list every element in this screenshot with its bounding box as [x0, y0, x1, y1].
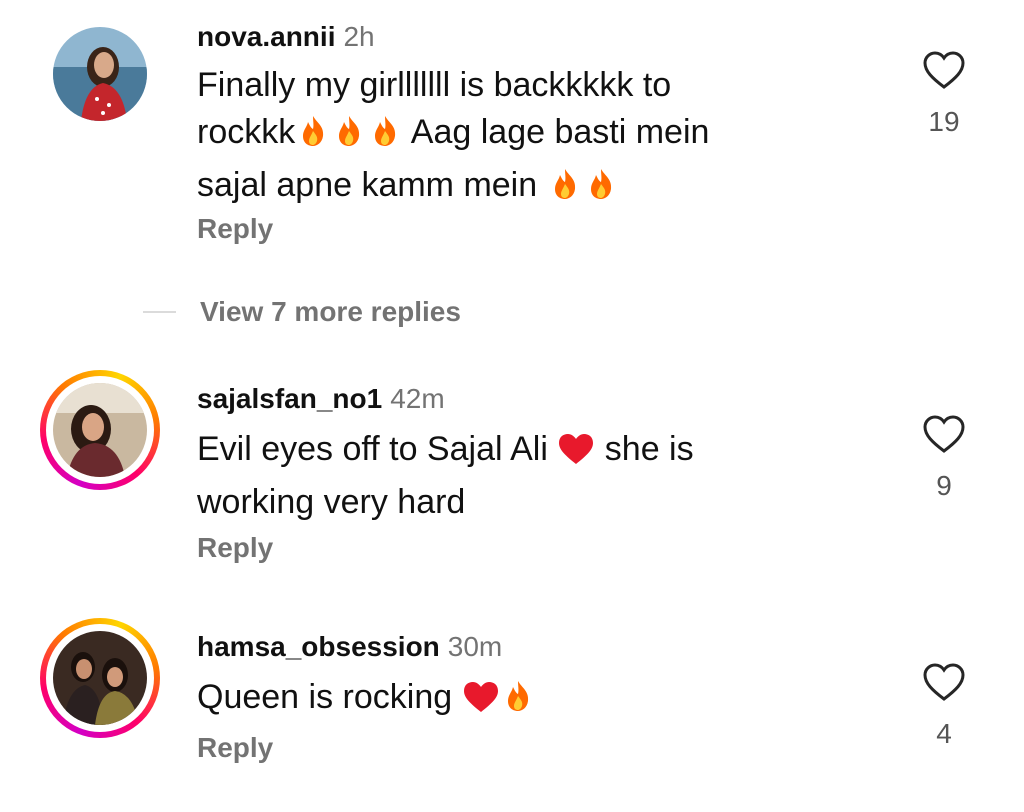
like-column: 9	[912, 414, 976, 502]
reply-button[interactable]: Reply	[197, 213, 273, 245]
comment-text-fragment: sajal apne kamm mein	[197, 166, 547, 204]
username[interactable]: nova.annii	[197, 21, 335, 52]
fire-emoji-icon	[367, 113, 403, 162]
like-count: 9	[936, 470, 952, 501]
avatar[interactable]	[40, 14, 160, 134]
avatar[interactable]	[40, 370, 160, 490]
reply-button[interactable]: Reply	[197, 532, 273, 564]
comment-header: sajalsfan_no1 42m	[197, 382, 445, 416]
fire-emoji-icon	[547, 166, 583, 215]
comment-header: hamsa_obsession 30m	[197, 630, 502, 664]
comment-text-line: Queen is rocking	[197, 674, 797, 727]
avatar[interactable]	[40, 618, 160, 738]
fire-emoji-icon	[331, 113, 367, 162]
profile-photo-icon	[53, 631, 147, 725]
view-more-replies-button[interactable]: View 7 more replies	[143, 296, 461, 328]
comments-thread: nova.annii 2h Finally my girlllllll is ba…	[0, 0, 1024, 812]
comment-text-line: working very hard	[197, 483, 466, 521]
like-column: 19	[912, 50, 976, 138]
comment-text: Evil eyes off to Sajal Ali she is workin…	[197, 426, 797, 526]
fire-emoji-icon	[583, 166, 619, 215]
comment-text: Queen is rocking	[197, 674, 797, 727]
timestamp: 30m	[447, 631, 503, 662]
profile-photo-icon	[53, 383, 147, 477]
comment-header: nova.annii 2h	[197, 20, 375, 54]
comment-text: Finally my girlllllll is backkkkk to roc…	[197, 62, 797, 215]
username[interactable]: sajalsfan_no1	[197, 383, 382, 414]
red-heart-emoji-icon	[557, 432, 595, 479]
divider-line	[143, 311, 176, 313]
like-count: 4	[936, 718, 952, 749]
like-count: 19	[928, 106, 960, 137]
like-column: 4	[912, 662, 976, 750]
timestamp: 42m	[390, 383, 445, 414]
comment-text-fragment: rockkk	[197, 113, 296, 151]
comment-text-line: sajal apne kamm mein	[197, 162, 797, 215]
heart-icon[interactable]	[922, 662, 966, 702]
profile-photo-icon	[53, 27, 147, 121]
comment-text-line: Evil eyes off to Sajal Ali she is	[197, 426, 797, 479]
comment-text-line: rockkk Aag lage basti mein	[197, 109, 797, 162]
red-heart-emoji-icon	[462, 680, 500, 727]
comment-text-line: Finally my girlllllll is backkkkk to	[197, 66, 672, 104]
timestamp: 2h	[343, 21, 375, 52]
comment-text-fragment: Evil eyes off to Sajal Ali	[197, 430, 558, 468]
comment-text-fragment: she is	[595, 430, 694, 468]
comment-text-fragment: Aag lage basti mein	[403, 113, 710, 151]
view-more-replies-label: View 7 more replies	[200, 296, 461, 327]
username[interactable]: hamsa_obsession	[197, 631, 440, 662]
fire-emoji-icon	[295, 113, 331, 162]
comment-text-fragment: Queen is rocking	[197, 678, 462, 716]
fire-emoji-icon	[500, 678, 536, 727]
heart-icon[interactable]	[922, 414, 966, 454]
reply-button[interactable]: Reply	[197, 732, 273, 764]
heart-icon[interactable]	[922, 50, 966, 90]
